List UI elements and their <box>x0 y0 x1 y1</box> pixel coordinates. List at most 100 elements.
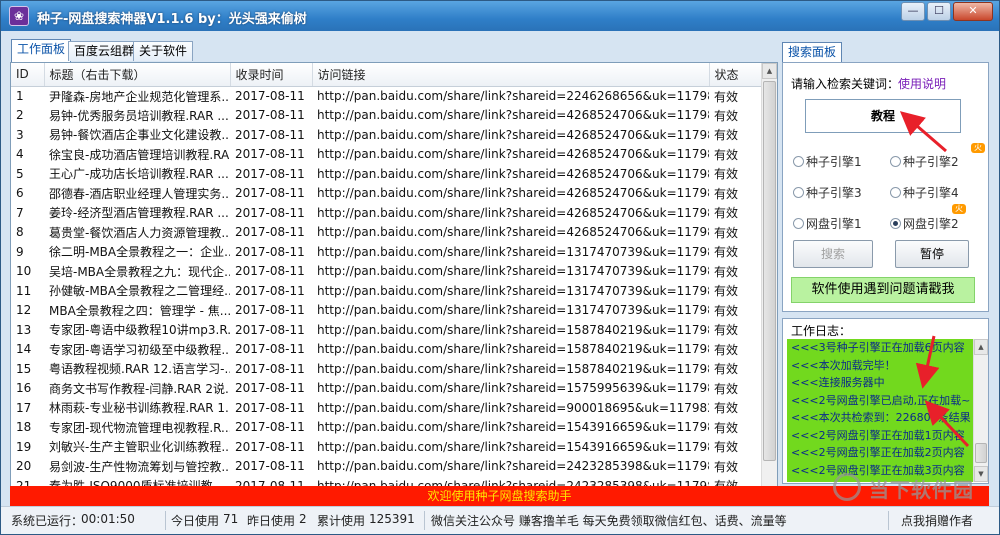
cell-title[interactable]: 易钟-餐饮酒店企事业文化建设教... <box>44 125 230 145</box>
tab-search-panel[interactable]: 搜索面板 <box>782 42 843 62</box>
radio-cloud-engine-2[interactable]: 网盘引擎2 <box>890 215 959 232</box>
cell-link[interactable]: http://pan.baidu.com/share/link?shareid=… <box>312 242 709 262</box>
results-table: ID 标题（右击下载） 收录时间 访问链接 状态 1 尹隆森-房地产企业规范化管理… <box>11 63 764 496</box>
cell-link[interactable]: http://pan.baidu.com/share/link?shareid=… <box>312 457 709 477</box>
cell-link[interactable]: http://pan.baidu.com/share/link?shareid=… <box>312 223 709 243</box>
cell-title[interactable]: 专家团-粤语中级教程10讲mp3.R... <box>44 320 230 340</box>
cell-title[interactable]: 易剑波-生产性物流筹划与管控教... <box>44 457 230 477</box>
column-header-link[interactable]: 访问链接 <box>312 63 710 87</box>
table-row[interactable]: 3 易钟-餐饮酒店企事业文化建设教... 2017-08-11 http://pan.… <box>11 125 763 145</box>
cell-title[interactable]: 王心广-成功店长培训教程.RAR ... <box>44 164 230 184</box>
table-row[interactable]: 13 专家团-粤语中级教程10讲mp3.R... 2017-08-11 http://… <box>11 320 763 340</box>
donate-link[interactable]: 点我捐赠作者 <box>901 512 973 529</box>
cell-title[interactable]: 徐宝良-成功酒店管理培训教程.RAR 行... <box>44 145 230 165</box>
log-scroll-up-icon[interactable]: ▲ <box>974 339 988 355</box>
keyword-input[interactable]: 教程 <box>805 99 961 133</box>
table-row[interactable]: 17 林雨萩-专业秘书训练教程.RAR 1... 2017-08-11 http://… <box>11 398 763 418</box>
pause-button[interactable]: 暂停 <box>895 240 969 268</box>
scroll-up-icon[interactable]: ▲ <box>762 63 777 79</box>
cell-title[interactable]: 徐二明-MBA全景教程之一：企业... <box>44 242 230 262</box>
cell-link[interactable]: http://pan.baidu.com/share/link?shareid=… <box>312 106 709 126</box>
tab-about[interactable]: 关于软件 <box>133 41 194 61</box>
table-row[interactable]: 2 易钟-优秀服务员培训教程.RAR ... 2017-08-11 http://pa… <box>11 106 763 126</box>
cell-link[interactable]: http://pan.baidu.com/share/link?shareid=… <box>312 281 709 301</box>
cell-link[interactable]: http://pan.baidu.com/share/link?shareid=… <box>312 437 709 457</box>
radio-seed-engine-4[interactable]: 种子引擎4 <box>890 184 959 201</box>
maximize-icon[interactable]: ☐ <box>927 2 951 21</box>
radio-label: 种子引擎2 <box>903 155 959 169</box>
cell-title[interactable]: 专家团-粤语学习初级至中级教程... <box>44 340 230 360</box>
close-icon[interactable]: ✕ <box>953 2 993 21</box>
cell-link[interactable]: http://pan.baidu.com/share/link?shareid=… <box>312 184 709 204</box>
table-row[interactable]: 12 MBA全景教程之四：管理学 - 焦... 2017-08-11 http://p… <box>11 301 763 321</box>
minimize-icon[interactable]: — <box>901 2 925 21</box>
cell-link[interactable]: http://pan.baidu.com/share/link?shareid=… <box>312 203 709 223</box>
cell-link[interactable]: http://pan.baidu.com/share/link?shareid=… <box>312 320 709 340</box>
help-bar-button[interactable]: 软件使用遇到问题请戳我 <box>791 277 975 303</box>
column-header-id[interactable]: ID <box>11 63 45 87</box>
cell-link[interactable]: http://pan.baidu.com/share/link?shareid=… <box>312 262 709 282</box>
cell-title[interactable]: MBA全景教程之四：管理学 - 焦... <box>44 301 230 321</box>
log-scrollbar[interactable]: ▲ ▼ <box>973 339 988 482</box>
table-row[interactable]: 18 专家团-现代物流管理电视教程.R... 2017-08-11 http://pa… <box>11 418 763 438</box>
column-header-title[interactable]: 标题（右击下载） <box>44 63 231 87</box>
search-button[interactable]: 搜索 <box>793 240 873 268</box>
cell-link[interactable]: http://pan.baidu.com/share/link?shareid=… <box>312 164 709 184</box>
table-row[interactable]: 8 葛贵堂-餐饮酒店人力资源管理教... 2017-08-11 http://pan.… <box>11 223 763 243</box>
cell-title[interactable]: 吴培-MBA全景教程之九：现代企... <box>44 262 230 282</box>
table-row[interactable]: 15 粤语教程视频.RAR 12.语言学习-... 2017-08-11 http:/… <box>11 359 763 379</box>
radio-seed-engine-1[interactable]: 种子引擎1 <box>793 153 862 170</box>
tab-work-panel[interactable]: 工作面板 <box>11 39 72 62</box>
cell-title[interactable]: 刘敏兴-生产主管职业化训练教程... <box>44 437 230 457</box>
table-row[interactable]: 4 徐宝良-成功酒店管理培训教程.RAR 行... 2017-08-11 http:/… <box>11 145 763 165</box>
cell-title[interactable]: 姜玲-经济型酒店管理教程.RAR ... <box>44 203 230 223</box>
cell-title[interactable]: 易钟-优秀服务员培训教程.RAR ... <box>44 106 230 126</box>
cell-link[interactable]: http://pan.baidu.com/share/link?shareid=… <box>312 359 709 379</box>
table-row[interactable]: 5 王心广-成功店长培训教程.RAR ... 2017-08-11 http://pa… <box>11 164 763 184</box>
cell-link[interactable]: http://pan.baidu.com/share/link?shareid=… <box>312 125 709 145</box>
cell-title[interactable]: 专家团-现代物流管理电视教程.R... <box>44 418 230 438</box>
keyword-label: 请输入检索关键词： <box>791 77 900 91</box>
cell-link[interactable]: http://pan.baidu.com/share/link?shareid=… <box>312 340 709 360</box>
cell-link[interactable]: http://pan.baidu.com/share/link?shareid=… <box>312 301 709 321</box>
column-header-status[interactable]: 状态 <box>709 63 764 87</box>
tab-baidu-groups[interactable]: 百度云组群 <box>68 41 141 61</box>
cell-title[interactable]: 孙健敏-MBA全景教程之二管理经... <box>44 281 230 301</box>
radio-cloud-engine-1[interactable]: 网盘引擎1 <box>793 215 862 232</box>
cell-title[interactable]: 邵德春-酒店职业经理人管理实务... <box>44 184 230 204</box>
table-row[interactable]: 6 邵德春-酒店职业经理人管理实务... 2017-08-11 http://pan.… <box>11 184 763 204</box>
cell-title[interactable]: 粤语教程视频.RAR 12.语言学习-... <box>44 359 230 379</box>
cell-title[interactable]: 葛贵堂-餐饮酒店人力资源管理教... <box>44 223 230 243</box>
table-row[interactable]: 10 吴培-MBA全景教程之九：现代企... 2017-08-11 http://pa… <box>11 262 763 282</box>
table-row[interactable]: 11 孙健敏-MBA全景教程之二管理经... 2017-08-11 http://pa… <box>11 281 763 301</box>
table-row[interactable]: 19 刘敏兴-生产主管职业化训练教程... 2017-08-11 http://pan… <box>11 437 763 457</box>
cell-id: 12 <box>16 303 32 318</box>
table-row[interactable]: 7 姜玲-经济型酒店管理教程.RAR ... 2017-08-11 http://pa… <box>11 203 763 223</box>
cell-title[interactable]: 商务文书写作教程-闫静.RAR 2说... <box>44 379 230 399</box>
status-divider <box>165 511 166 530</box>
radio-seed-engine-2[interactable]: 种子引擎2 <box>890 153 959 170</box>
cell-link[interactable]: http://pan.baidu.com/share/link?shareid=… <box>312 379 709 399</box>
log-line: <<<本次共检索到：226805条结果 <box>791 411 971 424</box>
results-scrollbar[interactable]: ▲ ▼ <box>761 63 777 511</box>
table-row[interactable]: 16 商务文书写作教程-闫静.RAR 2说... 2017-08-11 http://… <box>11 379 763 399</box>
radio-seed-engine-3[interactable]: 种子引擎3 <box>793 184 862 201</box>
table-row[interactable]: 14 专家团-粤语学习初级至中级教程... 2017-08-11 http://pan… <box>11 340 763 360</box>
cell-link[interactable]: http://pan.baidu.com/share/link?shareid=… <box>312 398 709 418</box>
radio-button-icon <box>890 156 901 167</box>
table-row[interactable]: 9 徐二明-MBA全景教程之一：企业... 2017-08-11 http://pan… <box>11 242 763 262</box>
cell-title[interactable]: 尹隆森-房地产企业规范化管理系... <box>44 86 230 106</box>
cell-title[interactable]: 林雨萩-专业秘书训练教程.RAR 1... <box>44 398 230 418</box>
table-row[interactable]: 20 易剑波-生产性物流筹划与管控教... 2017-08-11 http://pan… <box>11 457 763 477</box>
cell-link[interactable]: http://pan.baidu.com/share/link?shareid=… <box>312 145 709 165</box>
cell-link[interactable]: http://pan.baidu.com/share/link?shareid=… <box>312 418 709 438</box>
log-scroll-thumb[interactable] <box>975 443 987 463</box>
title-bar[interactable]: ❀ 种子-网盘搜索神器V1.1.6 by：光头强来偷树 — ☐ ✕ <box>1 1 999 31</box>
column-header-date[interactable]: 收录时间 <box>230 63 313 87</box>
help-link[interactable]: 使用说明 <box>898 75 946 92</box>
table-row[interactable]: 1 尹隆森-房地产企业规范化管理系... 2017-08-11 http://pan.… <box>11 86 763 106</box>
scroll-thumb[interactable] <box>763 81 776 461</box>
radio-button-icon <box>793 218 804 229</box>
cell-link[interactable]: http://pan.baidu.com/share/link?shareid=… <box>312 86 709 106</box>
cell-date: 2017-08-11 <box>235 244 305 259</box>
